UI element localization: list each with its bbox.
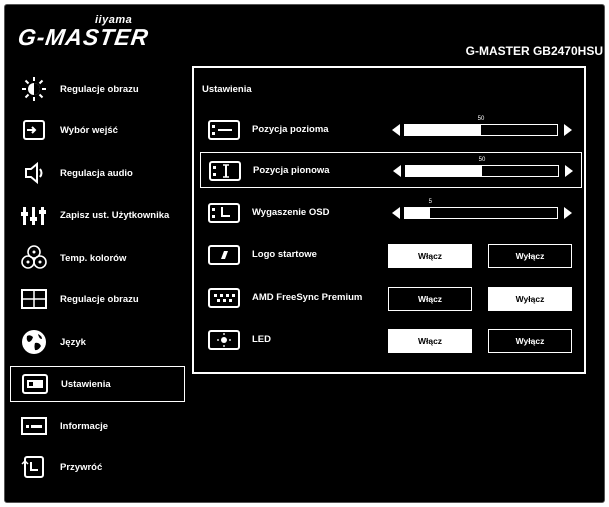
row-freesync[interactable]: AMD FreeSync Premium Włącz Wyłącz <box>200 280 582 316</box>
sidebar-item-label: Przywróć <box>60 461 103 473</box>
osd-timeout-icon <box>208 203 240 223</box>
sidebar-item-label: Regulacja audio <box>60 167 133 179</box>
led-off-button[interactable]: Wyłącz <box>488 329 572 353</box>
led-icon <box>208 330 240 350</box>
slider-track[interactable]: 50 <box>404 116 558 136</box>
model-name: G-MASTER GB2470HSU <box>465 44 603 58</box>
freesync-icon <box>208 288 240 308</box>
row-label: Wygaszenie OSD <box>252 207 330 218</box>
sidebar-item-user-settings[interactable]: Zapisz ust. Użytkownika <box>10 197 185 233</box>
image-adjust-icon <box>16 285 52 313</box>
brightness-icon <box>16 75 52 103</box>
slider-value: 5 <box>428 199 432 205</box>
slider-fill <box>405 125 481 135</box>
osd-timeout-slider[interactable]: 5 <box>392 199 572 221</box>
slider-fill <box>406 166 482 176</box>
slider-decrease-arrow[interactable] <box>393 165 401 177</box>
vertical-position-icon <box>209 161 241 181</box>
led-on-button[interactable]: Włącz <box>388 329 472 353</box>
slider-value: 50 <box>477 116 485 122</box>
sidebar-item-label: Informacje <box>60 420 109 432</box>
vertical-position-slider[interactable]: 50 <box>393 157 573 179</box>
slider-increase-arrow[interactable] <box>564 124 572 136</box>
row-label: LED <box>252 334 271 345</box>
sidebar-item-language[interactable]: Język <box>10 324 185 360</box>
sidebar-item-label: Regulacje obrazu <box>60 83 139 95</box>
slider-increase-arrow[interactable] <box>564 207 572 219</box>
sidebar-item-label: Temp. kolorów <box>60 252 127 264</box>
sidebar-item-input[interactable]: Wybór wejść <box>10 112 185 148</box>
sidebar-item-settings[interactable]: Ustawienia <box>10 366 185 402</box>
row-horizontal-position[interactable]: Pozycja pozioma 50 <box>200 112 582 148</box>
speaker-icon <box>16 159 52 187</box>
row-osd-timeout[interactable]: Wygaszenie OSD 5 <box>200 195 582 231</box>
globe-icon <box>16 328 52 356</box>
sidebar-item-audio[interactable]: Regulacja audio <box>10 155 185 191</box>
horizontal-position-slider[interactable]: 50 <box>392 116 572 138</box>
sidebar-item-reset[interactable]: Przywróć <box>10 449 185 485</box>
brand-logo: G-MASTER <box>16 24 151 50</box>
freesync-off-button[interactable]: Wyłącz <box>488 287 572 311</box>
sidebar-item-picture[interactable]: Regulacje obrazu <box>10 71 185 107</box>
freesync-on-button[interactable]: Włącz <box>388 287 472 311</box>
sidebar-item-label: Zapisz ust. Użytkownika <box>60 209 170 221</box>
input-icon <box>16 116 52 144</box>
info-icon <box>16 412 52 440</box>
horizontal-position-icon <box>208 120 240 140</box>
row-vertical-position[interactable]: Pozycja pionowa 50 <box>200 152 582 188</box>
startup-logo-off-button[interactable]: Wyłącz <box>488 244 572 268</box>
slider-track[interactable]: 50 <box>405 157 559 177</box>
sidebar-item-image-adjust[interactable]: Regulacje obrazu <box>10 281 185 317</box>
slider-decrease-arrow[interactable] <box>392 124 400 136</box>
sidebar-item-label: Regulacje obrazu <box>60 293 139 305</box>
user-settings-icon <box>16 201 52 229</box>
settings-icon <box>17 370 53 398</box>
sidebar-item-info[interactable]: Informacje <box>10 408 185 444</box>
slider-track[interactable]: 5 <box>404 199 558 219</box>
sidebar-item-color-temp[interactable]: Temp. kolorów <box>10 240 185 276</box>
row-label: Logo startowe <box>252 249 317 260</box>
row-startup-logo[interactable]: Logo startowe Włącz Wyłącz <box>200 237 582 273</box>
slider-value: 50 <box>478 157 486 163</box>
logo-icon <box>208 245 240 265</box>
slider-increase-arrow[interactable] <box>565 165 573 177</box>
row-label: AMD FreeSync Premium <box>252 292 363 303</box>
row-label: Pozycja pionowa <box>253 165 330 176</box>
row-led[interactable]: LED Włącz Wyłącz <box>200 322 582 358</box>
sidebar-item-label: Wybór wejść <box>60 124 118 136</box>
sidebar-item-label: Język <box>60 336 86 348</box>
slider-decrease-arrow[interactable] <box>392 207 400 219</box>
row-label: Pozycja pozioma <box>252 124 329 135</box>
startup-logo-on-button[interactable]: Włącz <box>388 244 472 268</box>
sidebar-item-label: Ustawienia <box>61 378 111 390</box>
panel-title: Ustawienia <box>202 84 252 95</box>
color-temp-icon <box>16 244 52 272</box>
reset-icon <box>16 453 52 481</box>
slider-fill <box>405 208 431 218</box>
